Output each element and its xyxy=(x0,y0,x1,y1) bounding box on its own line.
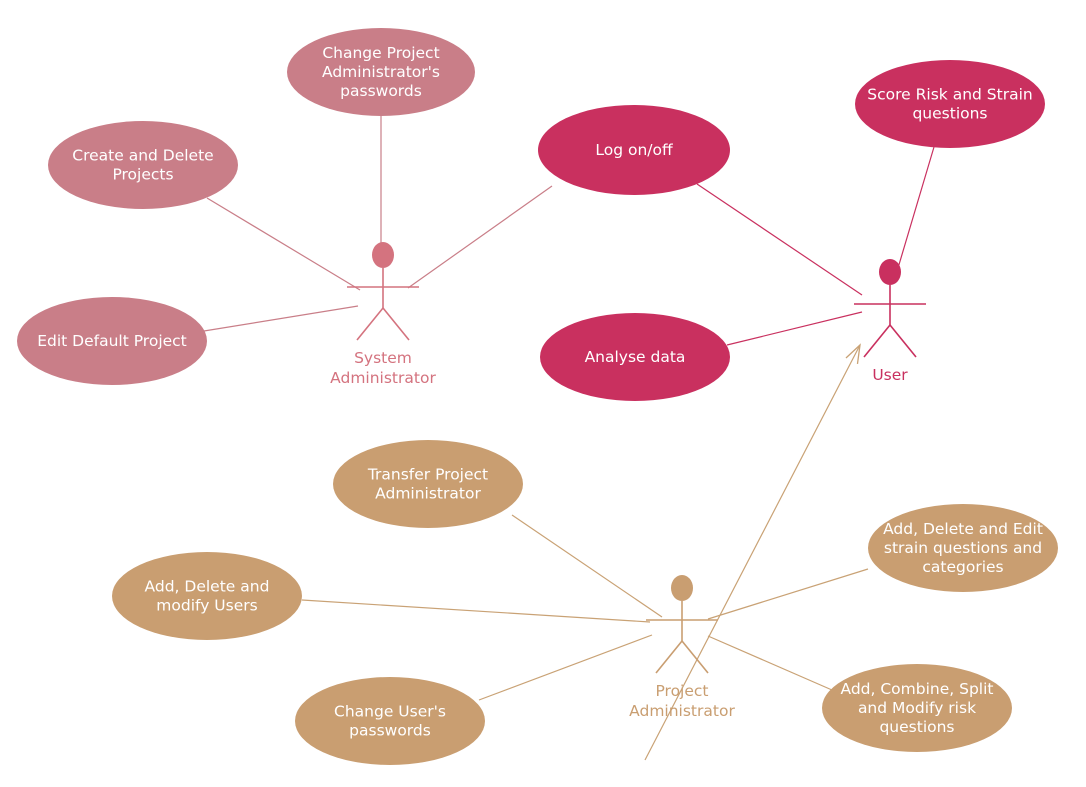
use-case-add-combine-split-and-modify-risk-questions[interactable]: Add, Combine, Split and Modify risk questi… xyxy=(822,664,1012,752)
use-case-edit-default-project[interactable]: Edit Default Project xyxy=(17,297,207,385)
association-line[interactable] xyxy=(696,183,863,296)
actor-leg-left xyxy=(655,640,683,674)
actor-head-icon xyxy=(671,575,693,601)
use-case-transfer-project-administrator[interactable]: Transfer Project Administrator xyxy=(333,440,523,528)
association-line[interactable] xyxy=(407,185,553,289)
actor-project-administrator[interactable]: Project Administrator xyxy=(629,575,735,720)
association-line[interactable] xyxy=(707,635,833,691)
use-case-ellipse[interactable] xyxy=(538,105,730,195)
association-line[interactable] xyxy=(726,311,863,346)
association-line[interactable] xyxy=(897,146,935,269)
use-case-ellipse[interactable] xyxy=(287,28,475,116)
use-case-add-delete-and-modify-users[interactable]: Add, Delete and modify Users xyxy=(112,552,302,640)
use-case-ellipses-layer: Create and Delete Projects Change Project A… xyxy=(17,28,1058,765)
association-line[interactable] xyxy=(707,568,869,620)
association-line[interactable] xyxy=(203,305,359,332)
use-case-ellipse[interactable] xyxy=(333,440,523,528)
use-case-diagram-canvas: Create and Delete Projects Change Project A… xyxy=(0,0,1086,787)
actor-system-administrator[interactable]: System Administrator xyxy=(330,242,436,387)
actor-leg-left xyxy=(356,307,384,341)
use-case-ellipse[interactable] xyxy=(540,313,730,401)
use-case-change-users-passwords[interactable]: Change User's passwords xyxy=(295,677,485,765)
actor-leg-left xyxy=(863,324,891,358)
association-line[interactable] xyxy=(511,514,663,618)
use-case-score-risk-and-strain-questions[interactable]: Score Risk and Strain questions xyxy=(855,60,1045,148)
use-case-log-on-off[interactable]: Log on/off xyxy=(538,105,730,195)
association-line[interactable] xyxy=(478,634,653,701)
use-case-analyse-data[interactable]: Analyse data xyxy=(540,313,730,401)
actor-label: System Administrator xyxy=(330,349,436,387)
actor-head-icon xyxy=(372,242,394,268)
use-case-ellipse[interactable] xyxy=(17,297,207,385)
use-case-ellipse[interactable] xyxy=(295,677,485,765)
actor-user[interactable]: User xyxy=(854,259,926,384)
diagram-svg: Create and Delete Projects Change Project A… xyxy=(17,28,1058,765)
use-case-add-delete-and-edit-strain-questions-and-categories[interactable]: Add, Delete and Edit strain questions and… xyxy=(868,504,1058,592)
actor-leg-right xyxy=(382,307,410,341)
actor-leg-right xyxy=(889,324,917,358)
use-case-ellipse[interactable] xyxy=(112,552,302,640)
association-lines-layer xyxy=(203,116,935,701)
use-case-ellipse[interactable] xyxy=(48,121,238,209)
association-line[interactable] xyxy=(206,197,361,291)
association-line[interactable] xyxy=(301,599,651,623)
actor-label: User xyxy=(872,366,908,384)
use-case-change-project-administrators-passwords[interactable]: Change Project Administrator's passwords xyxy=(287,28,475,116)
use-case-ellipse[interactable] xyxy=(855,60,1045,148)
actor-head-icon xyxy=(879,259,901,285)
use-case-ellipse[interactable] xyxy=(822,664,1012,752)
use-case-create-and-delete-projects[interactable]: Create and Delete Projects xyxy=(48,121,238,209)
use-case-ellipse[interactable] xyxy=(868,504,1058,592)
